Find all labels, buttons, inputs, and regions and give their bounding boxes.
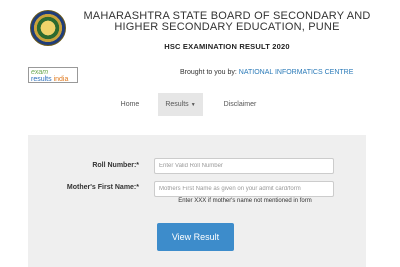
nav-home[interactable]: Home xyxy=(110,93,150,116)
brought-by: Brought to you by: NATIONAL INFORMATICS … xyxy=(180,69,353,76)
nic-link[interactable]: NATIONAL INFORMATICS CENTRE xyxy=(239,69,354,76)
nav-results[interactable]: Results ▼ xyxy=(158,93,203,116)
result-title: HSC EXAMINATION RESULT 2020 xyxy=(164,42,290,51)
roll-number-label: Roll Number:* xyxy=(92,162,139,169)
logo-text-india: india xyxy=(53,76,69,83)
examresults-logo[interactable]: exam results india xyxy=(28,67,78,83)
brought-prefix: Brought to you by: xyxy=(180,69,237,76)
board-name: MAHARASHTRA STATE BOARD OF SECONDARY AND… xyxy=(83,10,371,33)
caret-down-icon: ▼ xyxy=(190,102,196,108)
logo-text-exam: exam xyxy=(31,69,49,76)
nav-disclaimer[interactable]: Disclaimer xyxy=(220,93,260,116)
mother-name-label: Mother's First Name:* xyxy=(66,184,139,191)
view-result-button[interactable]: View Result xyxy=(157,223,234,251)
nav-results-label: Results xyxy=(165,101,189,108)
mother-name-hint: Enter XXX if mother's name not mentioned… xyxy=(178,198,312,204)
nav-home-label: Home xyxy=(120,101,140,108)
logo-text-results: results xyxy=(31,76,52,83)
nav-disclaimer-label: Disclaimer xyxy=(223,101,257,108)
roll-number-input[interactable] xyxy=(154,158,334,174)
board-seal-logo xyxy=(30,10,66,46)
main-nav: Home Results ▼ Disclaimer xyxy=(0,93,400,116)
mother-name-input[interactable] xyxy=(154,181,334,197)
